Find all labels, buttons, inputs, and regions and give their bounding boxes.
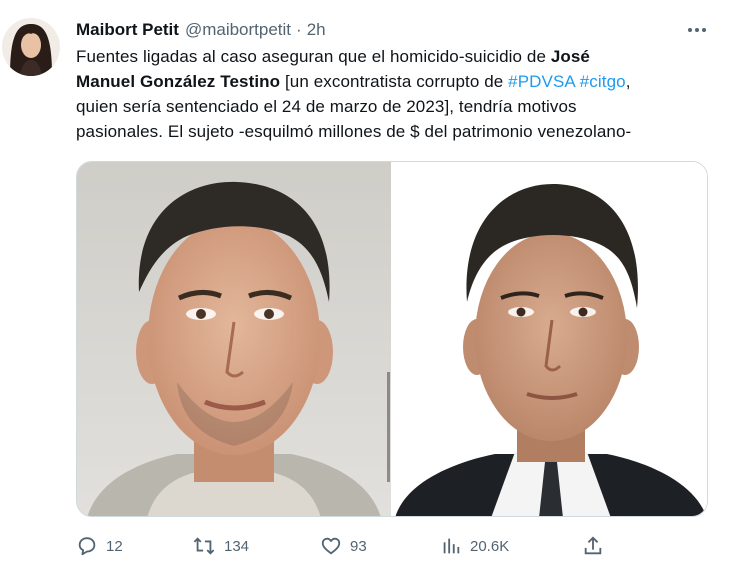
views-chart-icon bbox=[443, 538, 460, 554]
text-bold-name: Manuel González Testino bbox=[76, 72, 281, 91]
retweet-count: 134 bbox=[224, 537, 250, 555]
tweet-actions: 12 134 93 20.6K bbox=[76, 532, 616, 560]
reply-button[interactable]: 12 bbox=[76, 532, 123, 560]
more-dots-icon bbox=[688, 28, 706, 32]
retweet-button[interactable]: 134 bbox=[192, 532, 249, 560]
views-count: 20.6K bbox=[470, 537, 510, 555]
photo-mugshot[interactable] bbox=[77, 162, 391, 516]
hashtag-pdvsa[interactable]: #PDVSA bbox=[508, 72, 575, 91]
hashtag-citgo[interactable]: #citgo bbox=[580, 72, 626, 91]
text-segment: [un excontratista corrupto de bbox=[280, 72, 509, 91]
timestamp[interactable]: 2h bbox=[307, 20, 326, 40]
separator-dot: · bbox=[296, 20, 302, 39]
tweet-text: Fuentes ligadas al caso aseguran que el … bbox=[76, 44, 706, 144]
like-button[interactable]: 93 bbox=[320, 532, 367, 560]
author-handle[interactable]: @maibortpetit bbox=[185, 20, 291, 40]
text-segment: Fuentes ligadas al caso aseguran que el … bbox=[76, 47, 551, 66]
share-icon bbox=[584, 536, 602, 555]
retweet-icon bbox=[193, 537, 215, 555]
photo-portrait[interactable] bbox=[395, 162, 707, 516]
text-segment: , bbox=[625, 72, 631, 91]
like-count: 93 bbox=[350, 537, 367, 555]
text-bold-name: José bbox=[550, 47, 590, 66]
media-grid bbox=[76, 161, 708, 517]
reply-icon bbox=[78, 537, 96, 556]
tweet-text-line-3: quien sería sentenciado el 24 de marzo d… bbox=[76, 97, 577, 116]
reply-count: 12 bbox=[106, 537, 123, 555]
views-button[interactable]: 20.6K bbox=[440, 532, 509, 560]
more-options-button[interactable] bbox=[684, 20, 710, 40]
heart-icon bbox=[321, 537, 341, 555]
tweet[interactable]: Maibort Petit @maibortpetit · 2h Fuentes… bbox=[0, 0, 731, 572]
author-name[interactable]: Maibort Petit bbox=[76, 20, 179, 40]
share-button[interactable] bbox=[582, 532, 604, 560]
tweet-text-line-4: pasionales. El sujeto -esquilmó millones… bbox=[76, 122, 632, 141]
tweet-text-line-2: Manuel González Testino [un excontratist… bbox=[76, 69, 706, 94]
avatar[interactable] bbox=[2, 18, 60, 76]
tweet-text-line-1: Fuentes ligadas al caso aseguran que el … bbox=[76, 44, 706, 69]
tweet-header: Maibort Petit @maibortpetit · 2h bbox=[76, 18, 326, 42]
